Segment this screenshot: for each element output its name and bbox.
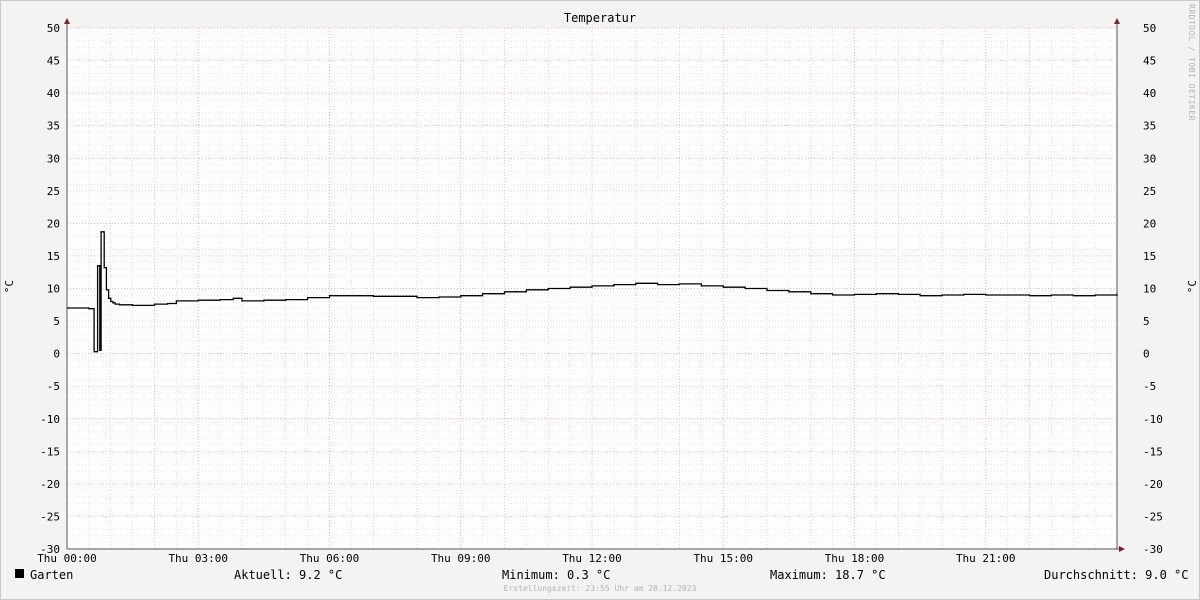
- x-tick-label: Thu 09:00: [431, 552, 491, 565]
- y-tick-label-right: -25: [1143, 510, 1163, 523]
- x-tick-label: Thu 15:00: [693, 552, 753, 565]
- y-tick-label-right: 45: [1143, 55, 1156, 68]
- y-tick-label-left: 35: [47, 120, 60, 133]
- legend-current: Aktuell: 9.2 °C: [234, 568, 343, 582]
- x-tick-label: Thu 21:00: [956, 552, 1016, 565]
- y-tick-label-left: -5: [47, 380, 60, 393]
- legend-maximum: Maximum: 18.7 °C: [770, 568, 886, 582]
- y-tick-label-left: 40: [47, 87, 60, 100]
- legend-average: Durchschnitt: 9.0 °C: [1044, 568, 1189, 582]
- y-tick-label-right: -5: [1143, 380, 1156, 393]
- y-tick-label-right: -30: [1143, 543, 1163, 556]
- y-tick-label-right: 0: [1143, 348, 1150, 361]
- y-tick-label-left: -20: [40, 478, 60, 491]
- y-tick-label-right: 25: [1143, 185, 1156, 198]
- y-tick-label-left: 50: [47, 22, 60, 35]
- x-tick-label: Thu 12:00: [562, 552, 622, 565]
- y-tick-label-right: 5: [1143, 315, 1150, 328]
- y-tick-label-left: -15: [40, 445, 60, 458]
- y-tick-label-right: 30: [1143, 152, 1156, 165]
- y-tick-label-right: 50: [1143, 22, 1156, 35]
- y-tick-label-right: 15: [1143, 250, 1156, 263]
- temperature-chart: 50 5045 4540 4035 3530 3025 2520 2015 1510 105 50 0…: [37, 18, 1163, 565]
- y-tick-label-right: -15: [1143, 445, 1163, 458]
- y-tick-label-left: 15: [47, 250, 60, 263]
- y-tick-label-left: 5: [53, 315, 60, 328]
- x-tick-label: Thu 06:00: [300, 552, 360, 565]
- creation-timestamp: Erstellungszeit: 23:55 Uhr am 28.12.2023: [503, 584, 697, 593]
- y-tick-label-left: 10: [47, 283, 60, 296]
- y-tick-label-left: -10: [40, 413, 60, 426]
- legend-minimum: Minimum: 0.3 °C: [502, 568, 611, 582]
- y-tick-label-right: 35: [1143, 120, 1156, 133]
- y-tick-label-left: 45: [47, 55, 60, 68]
- legend-swatch: [15, 569, 24, 578]
- y-tick-label-left: 25: [47, 185, 60, 198]
- y-tick-label-right: -20: [1143, 478, 1163, 491]
- y-tick-label-left: 30: [47, 152, 60, 165]
- y-tick-label-left: -25: [40, 510, 60, 523]
- y-tick-label-right: 20: [1143, 217, 1156, 230]
- y-tick-label-left: 0: [53, 348, 60, 361]
- legend: Garten Aktuell: 9.2 °C Minimum: 0.3 °C M…: [0, 568, 1200, 582]
- y-tick-label-right: -10: [1143, 413, 1163, 426]
- y-tick-label-right: 10: [1143, 283, 1156, 296]
- y-axis-arrow-left: [64, 18, 70, 24]
- y-tick-label-right: 40: [1143, 87, 1156, 100]
- x-tick-label: Thu 00:00: [37, 552, 97, 565]
- y-axis-arrow-right: [1114, 18, 1120, 24]
- y-tick-label-left: 20: [47, 217, 60, 230]
- x-axis-arrow: [1119, 546, 1125, 552]
- legend-series-name: Garten: [30, 568, 74, 582]
- x-tick-label: Thu 18:00: [825, 552, 885, 565]
- x-tick-label: Thu 03:00: [168, 552, 228, 565]
